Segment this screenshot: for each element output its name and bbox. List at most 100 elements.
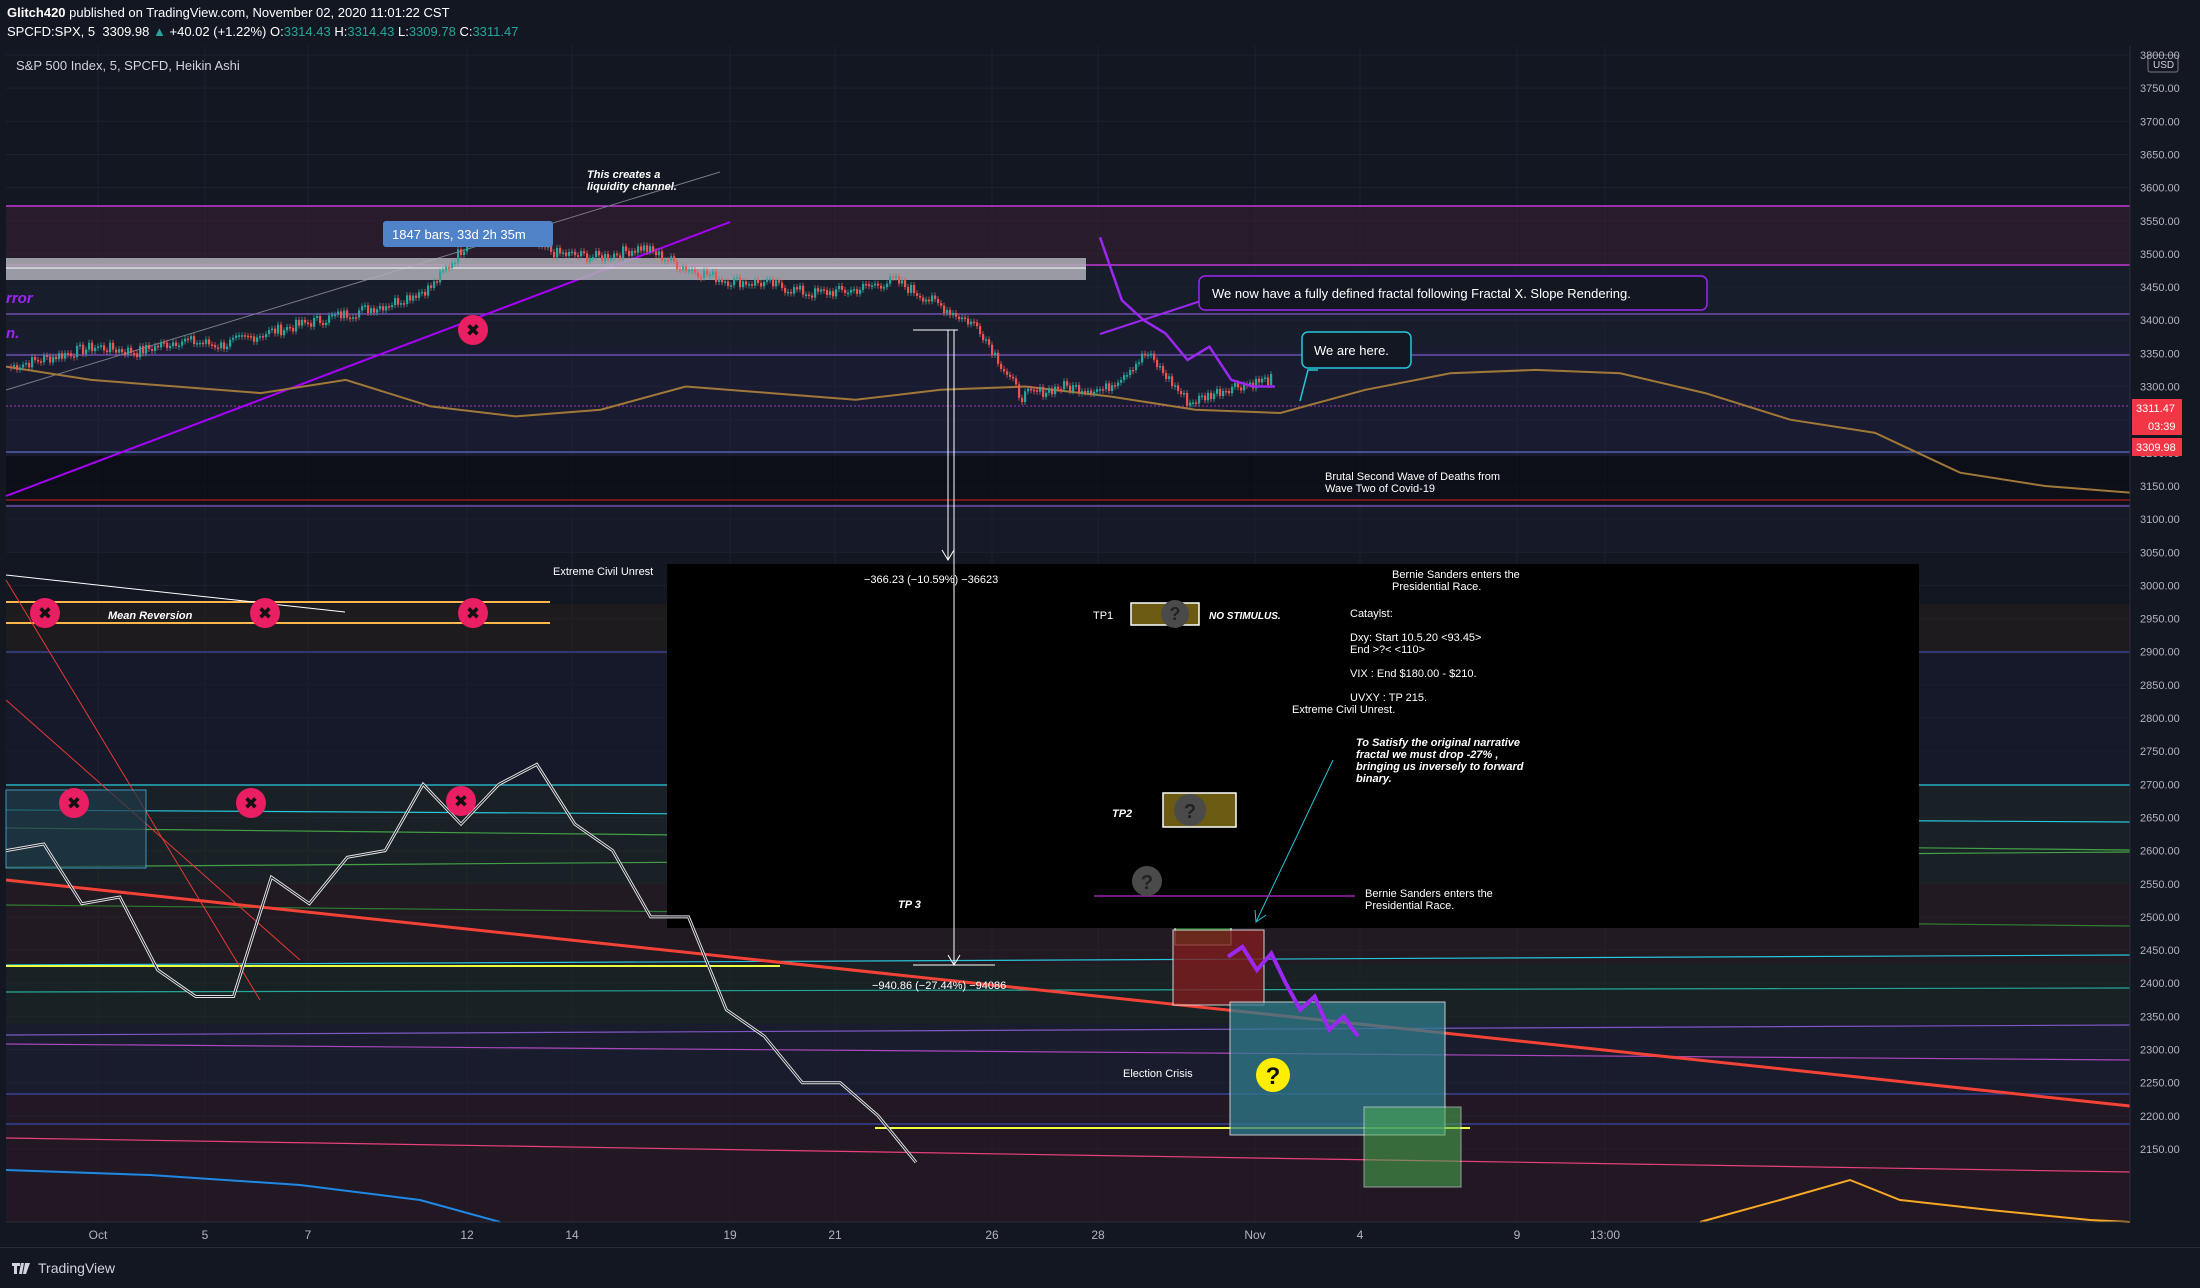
candle: [823, 289, 826, 291]
candle: [745, 281, 748, 285]
candle: [370, 308, 373, 313]
candle: [1090, 390, 1093, 395]
x-marker-glyph: ✖: [38, 604, 52, 623]
x-tick-label: 9: [1514, 1228, 1521, 1242]
candle: [214, 344, 217, 348]
candle: [856, 289, 859, 294]
candle: [817, 288, 820, 292]
candle: [1117, 382, 1120, 386]
candle: [925, 299, 928, 302]
candle: [250, 336, 253, 338]
y-tick-label: 2850.00: [2140, 680, 2180, 692]
candle: [1225, 390, 1228, 393]
publisher-name[interactable]: Glitch420: [7, 5, 66, 20]
x-tick-label: Nov: [1244, 1228, 1265, 1242]
candle: [1237, 383, 1240, 388]
price-chart[interactable]: ✖ ✖ ✖ ✖ ✖ ✖ ✖ ? ? ? ? 1847 bars, 33d 2h 35m Th…: [0, 0, 2200, 1247]
candle: [436, 281, 439, 283]
x-tick-label: 19: [723, 1228, 737, 1242]
candle: [124, 352, 127, 355]
y-tick-label: 3450.00: [2140, 282, 2180, 294]
candle: [361, 306, 364, 311]
candle: [862, 283, 865, 290]
candle: [775, 280, 778, 287]
x-marker-glyph: ✖: [244, 794, 258, 813]
candle: [976, 322, 979, 327]
candle: [1258, 378, 1261, 383]
candle: [1099, 389, 1102, 391]
candle: [1045, 392, 1048, 397]
candle: [1171, 376, 1174, 387]
candle: [889, 276, 892, 284]
candle: [613, 253, 616, 259]
candle: [328, 315, 331, 323]
y-tick-label: 2350.00: [2140, 1011, 2180, 1023]
candle: [157, 345, 160, 348]
satisfy-3: bringing us inversely to forward: [1356, 761, 1524, 773]
candle: [571, 251, 574, 254]
bars-range-label: 1847 bars, 33d 2h 35m: [392, 227, 526, 242]
candle: [661, 251, 664, 261]
candle: [841, 285, 844, 290]
y-tick-label: 2400.00: [2140, 978, 2180, 990]
candle: [592, 257, 595, 259]
candle: [151, 349, 154, 351]
candle: [1108, 383, 1111, 392]
candle: [943, 305, 946, 314]
candle: [424, 291, 427, 296]
candle: [595, 251, 598, 258]
candle: [898, 276, 901, 284]
candle: [1066, 381, 1069, 386]
candle: [1021, 397, 1024, 403]
candle: [346, 310, 349, 318]
candle: [859, 289, 862, 294]
candle: [1168, 376, 1171, 380]
candle: [997, 352, 1000, 364]
candle: [808, 294, 811, 296]
x-tick-label: Oct: [89, 1228, 108, 1242]
candle: [754, 279, 757, 286]
x-tick-label: 4: [1357, 1228, 1364, 1242]
candle: [700, 277, 703, 279]
candle: [1189, 402, 1192, 406]
candle: [202, 342, 205, 345]
satisfy-4: binary.: [1356, 773, 1392, 785]
candle: [874, 283, 877, 286]
candle: [70, 353, 73, 357]
candle: [394, 298, 397, 306]
tradingview-brand[interactable]: TradingView: [38, 1260, 115, 1276]
candle: [25, 363, 28, 365]
candle: [781, 282, 784, 289]
candle: [844, 289, 847, 293]
candle: [670, 256, 673, 261]
candle: [772, 278, 775, 287]
candle: [1123, 375, 1126, 380]
candle: [616, 253, 619, 256]
candle: [217, 347, 220, 349]
candle: [649, 246, 652, 252]
candle: [601, 255, 604, 261]
y-tick-label: 2900.00: [2140, 647, 2180, 659]
candle: [439, 271, 442, 283]
candle: [1006, 371, 1009, 375]
candle: [433, 281, 436, 288]
candle: [457, 249, 460, 263]
x-tick-label: 21: [828, 1228, 842, 1242]
candle: [886, 283, 889, 288]
candle: [634, 250, 637, 253]
candle: [1111, 385, 1114, 392]
candle: [1183, 392, 1186, 395]
y-tick-label: 3350.00: [2140, 348, 2180, 360]
candle: [619, 255, 622, 259]
candle: [313, 318, 316, 327]
close-label: C:: [459, 24, 473, 39]
candle: [1150, 353, 1153, 356]
candle: [79, 344, 82, 347]
candle: [13, 365, 16, 367]
publish-header: Glitch420 published on TradingView.com, …: [0, 0, 2200, 46]
y-tick-label: 2600.00: [2140, 846, 2180, 858]
y-tick-label: 2950.00: [2140, 614, 2180, 626]
second-wave-note-1: Brutal Second Wave of Deaths from: [1325, 471, 1500, 483]
candle: [724, 281, 727, 283]
candle: [628, 250, 631, 256]
